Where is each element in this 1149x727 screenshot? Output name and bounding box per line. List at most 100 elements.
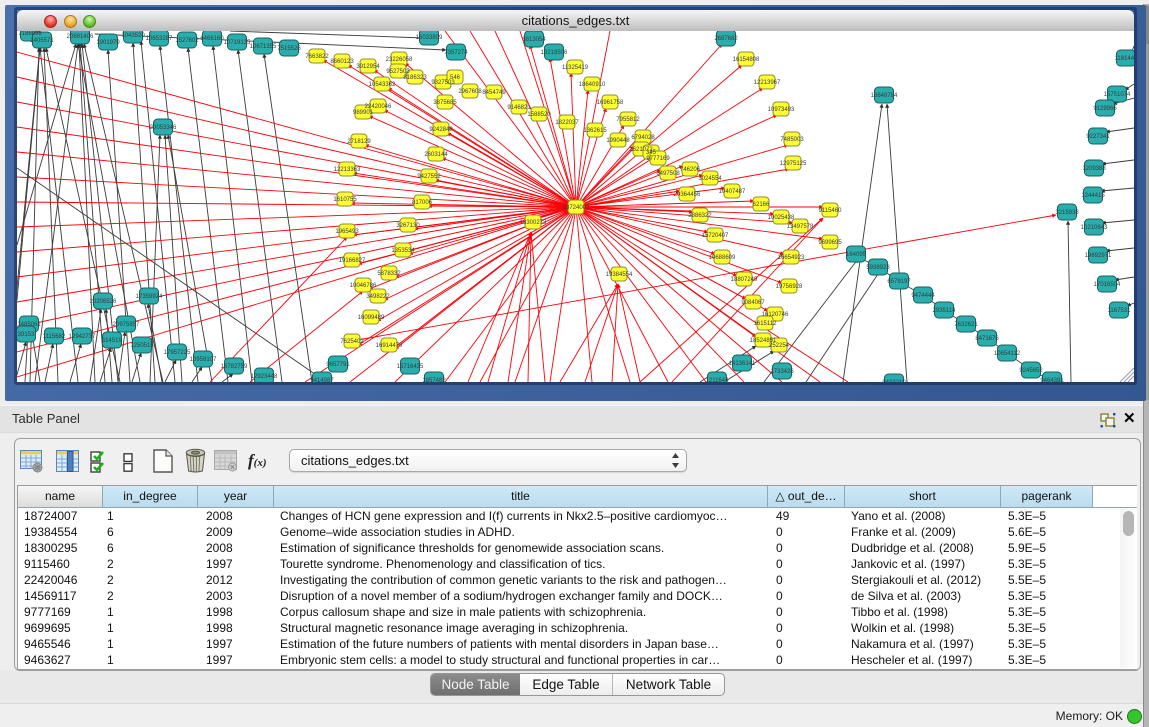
svg-text:10543362: 10543362 [369, 82, 396, 88]
svg-text:3215938: 3215938 [1055, 210, 1079, 216]
svg-text:23226058: 23226058 [386, 57, 413, 63]
svg-text:20691406: 20691406 [67, 34, 94, 40]
svg-text:1965493: 1965493 [335, 229, 359, 235]
svg-text:9084067: 9084067 [741, 300, 765, 306]
svg-text:1043520: 1043520 [121, 33, 145, 39]
svg-text:2935114: 2935114 [933, 308, 957, 314]
svg-text:9129966: 9129966 [1093, 106, 1117, 112]
svg-text:9414987: 9414987 [310, 378, 334, 382]
svg-text:9146821: 9146821 [507, 105, 531, 111]
svg-text:5878332: 5878332 [377, 271, 401, 277]
svg-text:2967608: 2967608 [458, 89, 482, 95]
svg-text:16914479: 16914479 [376, 343, 403, 349]
svg-text:8454749: 8454749 [482, 90, 506, 96]
svg-text:252254: 252254 [769, 343, 790, 349]
svg-text:19384554: 19384554 [606, 272, 633, 278]
svg-text:20206526: 20206526 [90, 299, 117, 305]
svg-text:19756928: 19756928 [776, 284, 803, 290]
svg-text:989901: 989901 [353, 110, 374, 116]
svg-text:9427552: 9427552 [417, 174, 441, 180]
svg-text:16033809: 16033809 [416, 35, 443, 41]
svg-text:15751074: 15751074 [1104, 92, 1131, 98]
svg-text:9699695: 9699695 [818, 240, 842, 246]
svg-text:1244415: 1244415 [1081, 193, 1105, 199]
svg-text:62166: 62166 [753, 202, 770, 208]
svg-text:1353534: 1353534 [391, 248, 415, 254]
svg-text:8471676: 8471676 [975, 336, 999, 342]
svg-text:15716435: 15716435 [397, 364, 424, 370]
svg-text:10958107: 10958107 [190, 357, 217, 363]
svg-text:9657791: 9657791 [326, 362, 350, 368]
svg-text:2886322: 2886322 [688, 213, 712, 219]
svg-text:14136141: 14136141 [729, 361, 756, 367]
svg-text:16648784: 16648784 [871, 93, 898, 99]
svg-text:1957482: 1957482 [422, 378, 446, 382]
svg-text:18807249: 18807249 [731, 277, 758, 283]
svg-text:1615112: 1615112 [754, 321, 778, 327]
svg-text:10671355: 10671355 [250, 44, 277, 50]
svg-text:746206: 746206 [680, 167, 701, 173]
svg-text:3912954: 3912954 [356, 64, 380, 70]
svg-text:5938923: 5938923 [866, 265, 890, 271]
svg-text:20364456: 20364456 [674, 192, 701, 198]
svg-text:6579197: 6579197 [887, 279, 911, 285]
svg-text:7485003: 7485003 [780, 137, 804, 143]
svg-text:1405571: 1405571 [30, 38, 54, 44]
svg-text:7515526: 7515526 [277, 46, 301, 52]
svg-text:8186323: 8186323 [403, 75, 427, 81]
svg-text:6794028: 6794028 [631, 135, 655, 141]
svg-text:9115460: 9115460 [819, 208, 843, 214]
svg-text:9245652: 9245652 [1019, 368, 1043, 374]
svg-text:8660123: 8660123 [330, 59, 354, 65]
svg-text:1588520: 1588520 [527, 112, 551, 118]
svg-text:10719135: 10719135 [224, 40, 251, 46]
svg-text:16782759: 16782759 [221, 364, 248, 370]
svg-text:18640910: 18640910 [579, 82, 606, 88]
svg-text:16099489: 16099489 [358, 315, 385, 321]
svg-text:10025438: 10025438 [768, 215, 795, 221]
svg-text:7357274: 7357274 [444, 50, 468, 56]
svg-text:546: 546 [450, 75, 461, 81]
svg-text:164095: 164095 [846, 252, 867, 258]
svg-text:7663822: 7663822 [305, 54, 329, 60]
svg-text:12923448: 12923448 [251, 374, 278, 380]
svg-text:9227341: 9227341 [1086, 134, 1110, 140]
svg-text:19218506: 19218506 [541, 50, 568, 56]
svg-text:10653287: 10653287 [146, 36, 173, 42]
svg-text:1901979: 1901979 [96, 40, 120, 46]
svg-text:12213363: 12213363 [334, 167, 361, 173]
svg-text:19166827: 19166827 [339, 258, 366, 264]
svg-text:15720407: 15720407 [702, 233, 729, 239]
svg-text:20053346: 20053346 [150, 125, 177, 131]
svg-text:3267130: 3267130 [396, 223, 420, 229]
svg-text:8813054: 8813054 [522, 37, 546, 43]
svg-text:19692971: 19692971 [1085, 253, 1112, 259]
svg-text:1822037: 1822037 [555, 120, 579, 126]
svg-text:1485061: 1485061 [17, 322, 41, 328]
svg-text:1362615: 1362615 [583, 128, 607, 134]
svg-text:3024554: 3024554 [698, 176, 722, 182]
svg-text:6497508: 6497508 [656, 171, 680, 177]
svg-text:12213967: 12213967 [754, 80, 781, 86]
svg-text:1250515: 1250515 [130, 343, 154, 349]
svg-text:10210643: 10210643 [1081, 225, 1108, 231]
svg-text:1610755: 1610755 [333, 197, 357, 203]
svg-text:1211644: 1211644 [706, 378, 730, 382]
svg-text:2603144: 2603144 [424, 152, 448, 158]
svg-text:817006: 817006 [412, 200, 433, 206]
svg-text:1733426: 1733426 [770, 369, 794, 375]
svg-text:1990448: 1990448 [606, 138, 630, 144]
svg-text:1115682: 1115682 [43, 334, 66, 340]
svg-text:9433210: 9433210 [882, 380, 906, 382]
svg-text:1527602: 1527602 [175, 38, 199, 44]
svg-text:10688609: 10688609 [709, 255, 736, 261]
svg-text:3498222: 3498222 [366, 294, 390, 300]
svg-text:10046786: 10046786 [350, 283, 377, 289]
svg-text:1181442: 1181442 [1115, 56, 1134, 62]
svg-text:22420046: 22420046 [365, 104, 392, 110]
svg-text:17359924: 17359924 [136, 294, 163, 300]
svg-text:7955812: 7955812 [616, 117, 640, 123]
svg-text:17957225: 17957225 [164, 350, 191, 356]
svg-text:13497578: 13497578 [787, 224, 814, 230]
svg-text:9242848: 9242848 [429, 127, 453, 133]
